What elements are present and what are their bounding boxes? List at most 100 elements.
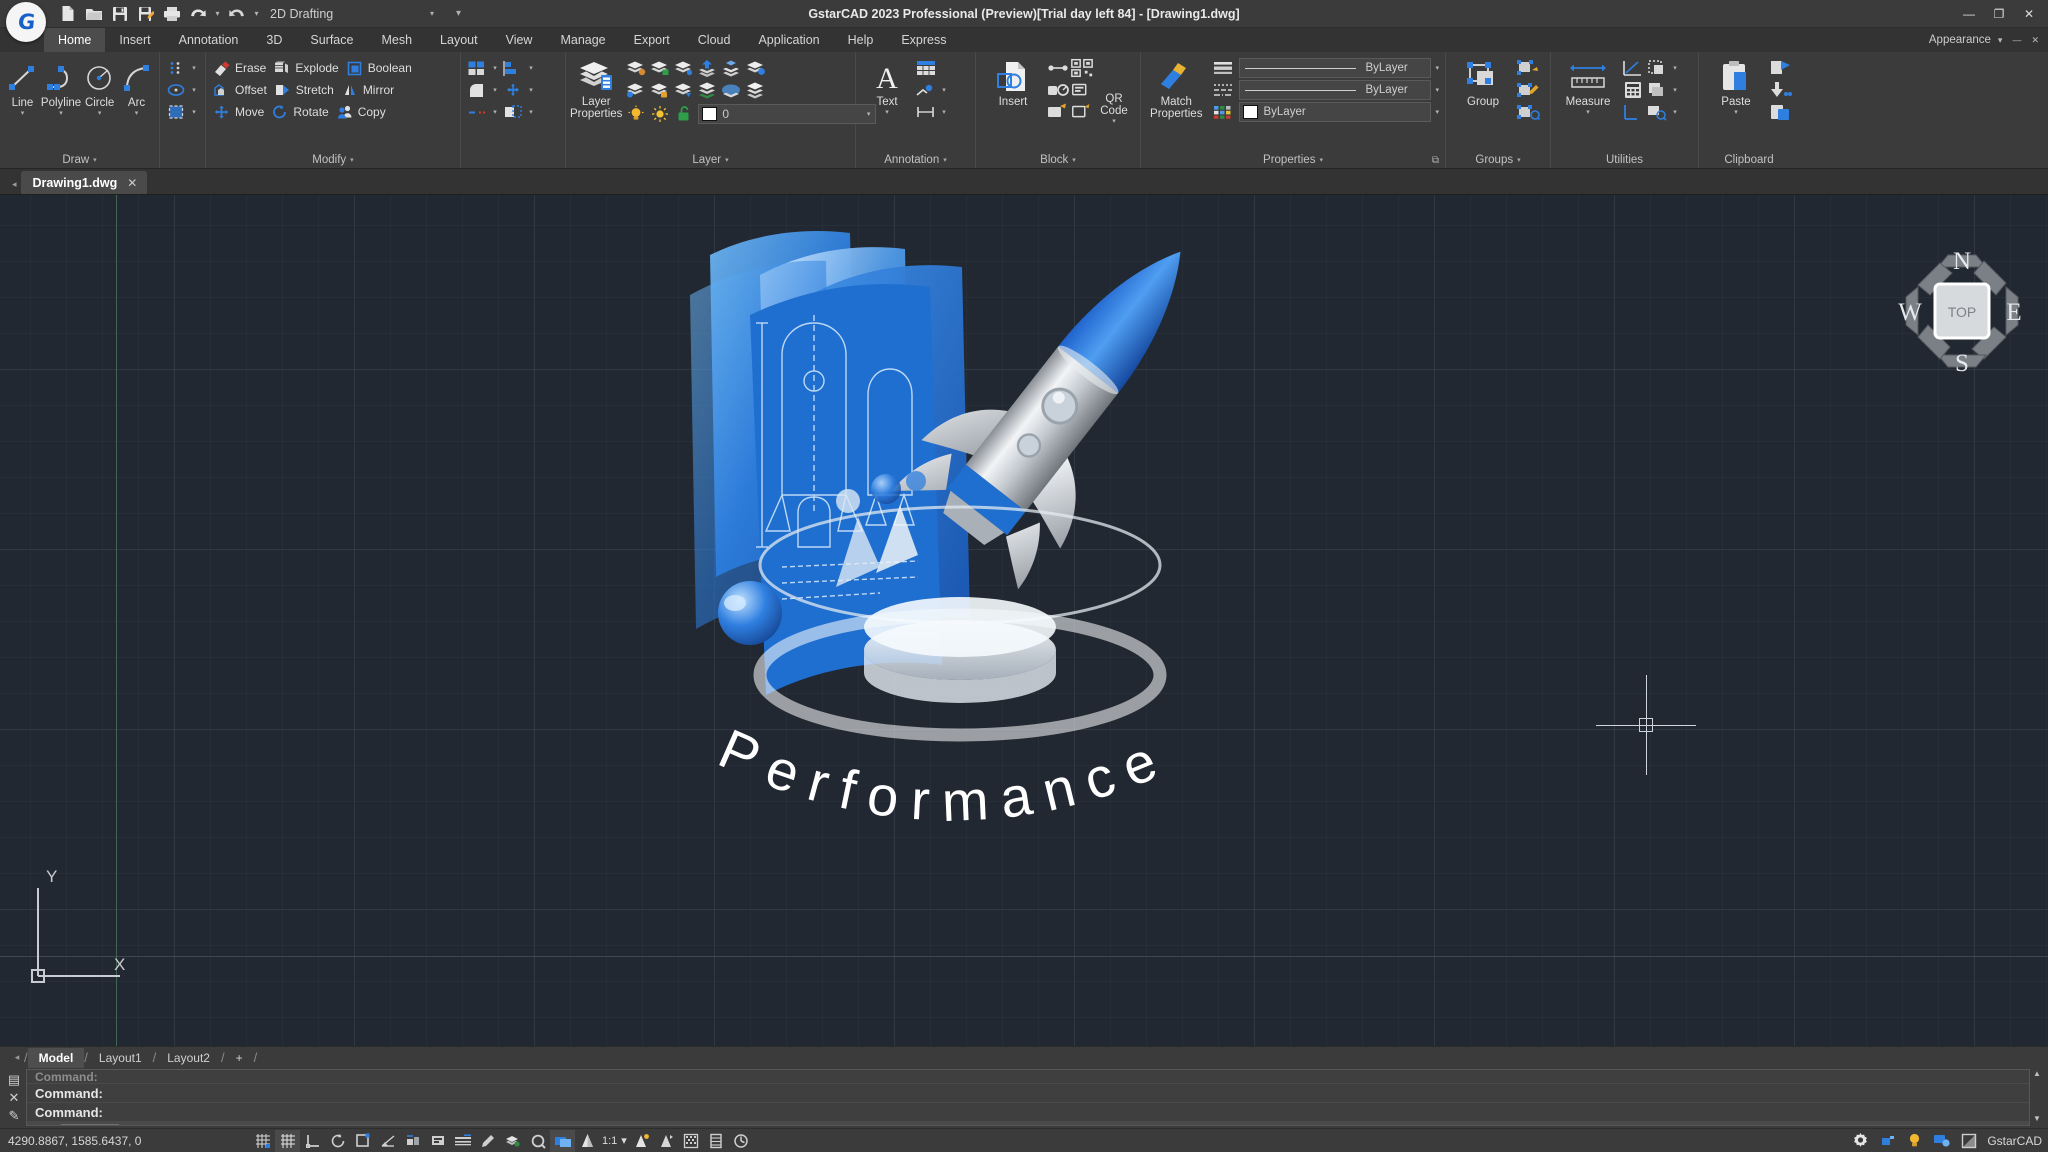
draw-ellipse-flyout[interactable]: ▾ xyxy=(164,79,200,101)
tab-manage[interactable]: Manage xyxy=(546,28,619,52)
command-horizontal-scrollbar[interactable]: ◂ ▸ xyxy=(27,1122,2029,1126)
open-file-icon[interactable] xyxy=(82,3,106,25)
block-manage-attributes[interactable] xyxy=(1070,79,1094,101)
layer-lock-icon[interactable] xyxy=(744,57,768,79)
lightbulb-icon[interactable] xyxy=(624,103,648,125)
panel-layer-caret-icon[interactable]: ▾ xyxy=(725,156,729,164)
maximize-button[interactable]: ❐ xyxy=(1984,1,2014,27)
measure-button[interactable]: Measure ▾ xyxy=(1555,57,1621,117)
print-icon[interactable] xyxy=(160,3,184,25)
panel-draw-caret-icon[interactable]: ▾ xyxy=(93,156,97,164)
settings-gear-icon[interactable] xyxy=(1848,1130,1873,1152)
annotation-dimension-flyout[interactable]: ▾ xyxy=(914,101,950,123)
layer-properties-button[interactable]: Layer Properties xyxy=(570,57,622,120)
scale-icon[interactable] xyxy=(501,79,525,101)
draw-circle-button[interactable]: Circle ▾ xyxy=(81,58,118,118)
group-manager-icon[interactable] xyxy=(1516,101,1540,123)
qr-code-icon[interactable] xyxy=(1070,57,1094,79)
clean-screen-toggle-icon[interactable] xyxy=(729,1130,754,1152)
block-sync-attributes[interactable] xyxy=(1070,101,1094,123)
autoscale-icon[interactable] xyxy=(654,1130,679,1152)
appearance-dropdown-icon[interactable]: ▾ xyxy=(1995,35,2006,46)
tab-application[interactable]: Application xyxy=(744,28,833,52)
command-vertical-scroll[interactable]: ▲ ▼ xyxy=(2030,1069,2044,1126)
layout-tab-model[interactable]: Model xyxy=(27,1047,85,1068)
ortho-mode-icon[interactable] xyxy=(300,1130,325,1152)
property-linetype-dropdown-icon[interactable]: ▾ xyxy=(1435,86,1441,94)
utility-row-2[interactable]: ▾ xyxy=(1645,79,1681,101)
draw-ellipse-caret-icon[interactable]: ▾ xyxy=(188,86,200,94)
draw-line-dropdown-icon[interactable]: ▾ xyxy=(21,110,25,118)
annotation-leader-flyout[interactable]: ▾ xyxy=(914,79,950,101)
quick-measure-icon[interactable] xyxy=(1645,101,1669,123)
trim-icon[interactable] xyxy=(465,101,489,123)
paste-special-icon[interactable] xyxy=(1769,101,1793,123)
tab-home[interactable]: Home xyxy=(44,28,106,52)
layer-unlock-icon[interactable] xyxy=(624,79,648,101)
layer-match-icon[interactable] xyxy=(648,79,672,101)
copy-clip-icon[interactable] xyxy=(1769,79,1793,101)
modify-trim-flyout[interactable]: ▾ xyxy=(465,101,501,123)
sync-attributes-icon[interactable] xyxy=(1070,101,1094,123)
draw-point-caret-icon[interactable]: ▾ xyxy=(188,64,200,72)
utility-row-3[interactable]: ▾ xyxy=(1645,101,1681,123)
modify-mirror-button[interactable]: Mirror xyxy=(338,79,398,101)
layer-freeze-icon[interactable] xyxy=(696,57,720,79)
tab-annotation[interactable]: Annotation xyxy=(165,28,253,52)
utility-1-caret-icon[interactable]: ▾ xyxy=(1669,64,1681,72)
modify-scale-flyout[interactable]: ▾ xyxy=(501,79,537,101)
selection-cycling-icon[interactable] xyxy=(525,1130,550,1152)
manage-attributes-icon[interactable] xyxy=(1070,79,1094,101)
modify-erase-button[interactable]: Erase xyxy=(210,57,270,79)
command-input-line[interactable]: Command: xyxy=(27,1103,2029,1122)
paste-button[interactable]: Paste ▾ xyxy=(1703,57,1769,117)
block-qr-dropdown-icon[interactable]: ▾ xyxy=(1094,117,1134,125)
layer-delete-icon[interactable] xyxy=(720,79,744,101)
draw-arc-button[interactable]: Arc ▾ xyxy=(118,58,155,118)
cut-icon[interactable] xyxy=(1769,57,1793,79)
minimize-button[interactable]: — xyxy=(1954,1,1984,27)
point-style-icon[interactable] xyxy=(1621,101,1645,123)
document-tab-drawing1[interactable]: Drawing1.dwg ✕ xyxy=(20,171,148,194)
property-color-combo[interactable]: ByLayer xyxy=(1239,58,1432,78)
annotation-leader-caret-icon[interactable]: ▾ xyxy=(938,86,950,94)
ungroup-icon[interactable] xyxy=(1516,57,1540,79)
quick-properties-icon[interactable] xyxy=(550,1129,575,1152)
doctab-nav-left-icon[interactable]: ◂ xyxy=(12,179,21,194)
group-edit-icon[interactable] xyxy=(1516,79,1540,101)
command-scroll-down-icon[interactable]: ▼ xyxy=(2033,1114,2041,1126)
measure-dropdown-icon[interactable]: ▾ xyxy=(1586,109,1590,117)
fullscreen-icon[interactable] xyxy=(1956,1130,1981,1152)
polar-tracking-icon[interactable] xyxy=(325,1130,350,1152)
align-icon[interactable] xyxy=(501,57,525,79)
hscroll-right-icon[interactable]: ▸ xyxy=(2019,1125,2029,1126)
draw-hatch-caret-icon[interactable]: ▾ xyxy=(188,108,200,116)
utility-3-caret-icon[interactable]: ▾ xyxy=(1669,108,1681,116)
modify-move-button[interactable]: Move xyxy=(210,101,268,123)
layer-off-icon[interactable] xyxy=(672,57,696,79)
modify-explode-button[interactable]: Explode xyxy=(270,57,342,79)
leader-icon[interactable] xyxy=(914,79,938,101)
dynamic-input-icon[interactable] xyxy=(450,1130,475,1152)
modify-fillet-flyout[interactable]: ▾ xyxy=(465,79,501,101)
layer-walk-icon[interactable] xyxy=(744,79,768,101)
modify-break-flyout[interactable]: ▾ xyxy=(501,101,537,123)
sun-icon[interactable] xyxy=(648,103,672,125)
property-lineweight-combo[interactable]: ByLayer xyxy=(1239,102,1432,122)
measure-geometry-icon[interactable] xyxy=(1621,57,1645,79)
tab-layout[interactable]: Layout xyxy=(426,28,492,52)
coordinate-display[interactable]: 4290.8867, 1585.6437, 0 xyxy=(0,1134,250,1148)
close-button[interactable]: ✕ xyxy=(2014,1,2044,27)
grid-display-icon[interactable] xyxy=(275,1129,300,1152)
block-qr-button[interactable] xyxy=(1070,57,1094,79)
utility-2-caret-icon[interactable]: ▾ xyxy=(1669,86,1681,94)
define-attribute-icon[interactable] xyxy=(1046,101,1070,123)
group-button[interactable]: Group xyxy=(1450,57,1516,108)
quick-select-icon[interactable] xyxy=(1645,57,1669,79)
id-point-icon[interactable] xyxy=(1645,79,1669,101)
draw-polyline-dropdown-icon[interactable]: ▾ xyxy=(59,110,63,118)
hardware-acc-icon[interactable] xyxy=(704,1130,729,1152)
annotation-dimension-caret-icon[interactable]: ▾ xyxy=(938,108,950,116)
panel-modify-caret-icon[interactable]: ▾ xyxy=(350,156,354,164)
snap-mode-icon[interactable] xyxy=(250,1130,275,1152)
